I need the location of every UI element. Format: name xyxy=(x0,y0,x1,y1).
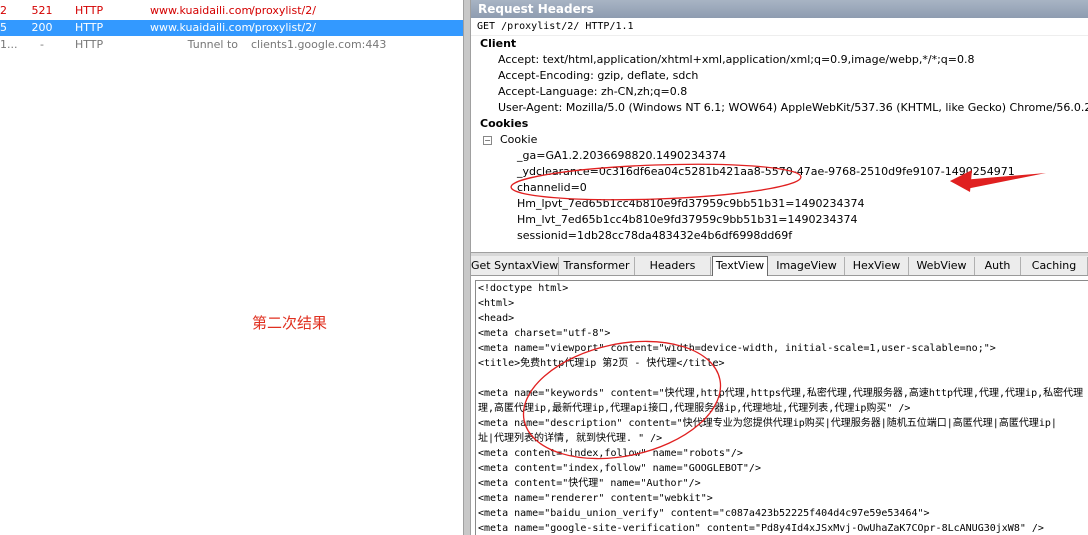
text-line: 址|代理列表的详情, 就到快代理. " /> xyxy=(478,433,663,444)
tab-auth[interactable]: Auth xyxy=(975,257,1021,275)
session-result: - xyxy=(40,38,44,51)
client-group-heading: Client xyxy=(480,37,517,50)
session-host: www.kuaidaili.com xyxy=(150,4,253,17)
session-protocol: HTTP xyxy=(75,21,104,34)
session-row[interactable]: 2 521 HTTP www.kuaidaili.com /proxylist/… xyxy=(0,3,463,19)
cookie-sessionid: sessionid=1db28cc78da483432e4b6df6998dd6… xyxy=(517,229,793,242)
response-tabs: Get SyntaxView Transformer Headers TextV… xyxy=(471,256,1088,276)
request-headers-title: Request Headers xyxy=(471,0,1088,18)
session-result: 521 xyxy=(31,4,53,17)
text-line: <meta name="description" content="快代理专业为… xyxy=(478,418,1057,429)
tab-hexview[interactable]: HexView xyxy=(845,257,909,275)
session-protocol: HTTP xyxy=(75,4,104,17)
request-headers-panel: Request Headers GET /proxylist/2/ HTTP/1… xyxy=(471,0,1088,252)
request-line: GET /proxylist/2/ HTTP/1.1 xyxy=(471,18,1088,36)
cookie-ga: _ga=GA1.2.2036698820.1490234374 xyxy=(517,149,726,162)
text-line: <meta name="viewport" content="width=dev… xyxy=(478,343,996,354)
text-line: <html> xyxy=(478,298,515,309)
cookie-ydclearance: _ydclearance=0c316df6ea04c5281b421aa8-55… xyxy=(517,165,1015,178)
text-line: <meta content="快代理" name="Author"/> xyxy=(478,478,701,489)
session-result: 200 xyxy=(31,21,53,34)
tab-textview[interactable]: TextView xyxy=(712,256,768,276)
cookie-node-label: Cookie xyxy=(500,133,538,146)
header-accept: Accept: text/html,application/xhtml+xml,… xyxy=(498,53,975,66)
pane-splitter[interactable] xyxy=(463,0,471,535)
collapse-icon[interactable]: − xyxy=(483,135,492,145)
text-line: <meta name="renderer" content="webkit"> xyxy=(478,493,713,504)
text-line: 理,高匿代理ip,最新代理ip,代理api接口,代理服务器ip,代理地址,代理列… xyxy=(478,403,911,414)
text-line: <meta charset="utf-8"> xyxy=(478,328,611,339)
tab-headers[interactable]: Headers xyxy=(635,257,711,275)
text-line: <meta name="google-site-verification" co… xyxy=(478,523,1044,534)
cookie-channelid: channelid=0 xyxy=(517,181,587,194)
text-line: <!doctype html> xyxy=(478,283,569,294)
session-url: /proxylist/2/ xyxy=(251,4,316,17)
cookie-tree-node[interactable]: − Cookie xyxy=(471,132,1088,148)
text-line: <head> xyxy=(478,313,515,324)
session-row[interactable]: 1... - HTTP Tunnel to clients1.google.co… xyxy=(0,37,463,53)
session-host: www.kuaidaili.com xyxy=(150,21,253,34)
text-line: <meta name="keywords" content="快代理,http代… xyxy=(478,388,1084,399)
header-user-agent: User-Agent: Mozilla/5.0 (Windows NT 6.1;… xyxy=(498,101,1088,114)
text-line xyxy=(476,371,1088,386)
tab-transformer[interactable]: Transformer xyxy=(559,257,635,275)
session-host: Tunnel to xyxy=(187,38,238,51)
session-list: 2 521 HTTP www.kuaidaili.com /proxylist/… xyxy=(0,0,463,535)
inspector-pane: Request Headers GET /proxylist/2/ HTTP/1… xyxy=(471,0,1088,535)
session-id: 2 xyxy=(0,4,7,17)
text-line: <meta name="baidu_union_verify" content=… xyxy=(478,508,930,519)
session-url: /proxylist/2/ xyxy=(251,21,316,34)
session-id: 5 xyxy=(0,21,7,34)
session-id: 1... xyxy=(0,38,18,51)
header-accept-language: Accept-Language: zh-CN,zh;q=0.8 xyxy=(498,85,688,98)
session-row-selected[interactable]: 5 200 HTTP www.kuaidaili.com /proxylist/… xyxy=(0,20,463,36)
cookies-group-heading: Cookies xyxy=(480,117,529,130)
cookie-hm-lvt: Hm_lvt_7ed65b1cc4b810e9fd37959c9bb51b31=… xyxy=(517,213,858,226)
tab-caching[interactable]: Caching xyxy=(1021,257,1088,275)
textview-body[interactable]: <!doctype html> <html> <head> <meta char… xyxy=(475,280,1088,535)
text-line: <title>免费http代理ip 第2页 - 快代理</title> xyxy=(478,358,725,369)
text-line: <meta content="index,follow" name="GOOGL… xyxy=(478,463,761,474)
session-protocol: HTTP xyxy=(75,38,104,51)
cookie-hm-lpvt: Hm_lpvt_7ed65b1cc4b810e9fd37959c9bb51b31… xyxy=(517,197,865,210)
tab-imageview[interactable]: ImageView xyxy=(769,257,845,275)
annotation-note: 第二次结果 xyxy=(252,314,328,332)
tab-webview[interactable]: WebView xyxy=(909,257,975,275)
text-line: <meta content="index,follow" name="robot… xyxy=(478,448,743,459)
tab-get-syntaxview[interactable]: Get SyntaxView xyxy=(471,257,559,275)
session-url: clients1.google.com:443 xyxy=(251,38,387,51)
header-accept-encoding: Accept-Encoding: gzip, deflate, sdch xyxy=(498,69,699,82)
